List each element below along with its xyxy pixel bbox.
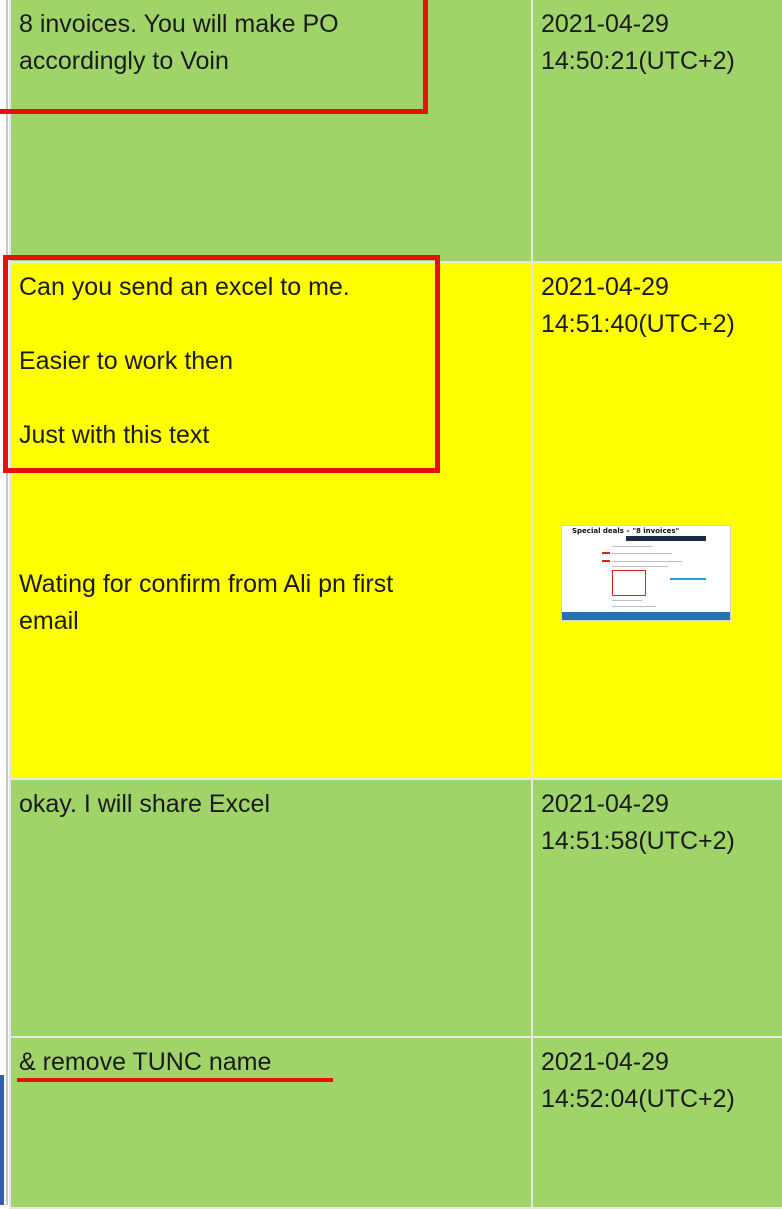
thumbnail-title: Special deals – "8 invoices": [572, 527, 680, 535]
message-cell: okay. I will share Excel: [9, 778, 533, 1038]
timestamp-time: 14:52:04(UTC+2): [541, 1085, 735, 1113]
chat-log-table: 8 invoices. You will make PO accordingly…: [0, 0, 782, 1209]
table-row: Can you send an excel to me. Easier to w…: [3, 255, 782, 780]
red-highlight-box: [3, 255, 440, 473]
table-row: & remove TUNC name 2021-04-29 14:52:04(U…: [9, 1036, 782, 1209]
table-row: okay. I will share Excel 2021-04-29 14:5…: [9, 778, 782, 1038]
message-cell: 8 invoices. You will make PO accordingly…: [0, 0, 533, 263]
timestamp-date: 2021-04-29: [541, 273, 669, 301]
left-margin: [0, 0, 9, 1205]
timestamp-time: 14:50:21(UTC+2): [541, 47, 735, 75]
timestamp-cell: 2021-04-29 14:51:58(UTC+2): [531, 778, 782, 1038]
left-blue-bar: [0, 1075, 4, 1205]
table-row: 8 invoices. You will make PO accordingly…: [0, 0, 782, 263]
timestamp-cell: 2021-04-29 14:50:21(UTC+2): [531, 0, 782, 263]
message-text: email: [19, 607, 79, 635]
message-text: okay. I will share Excel: [19, 790, 271, 818]
timestamp-cell: 2021-04-29 14:51:40(UTC+2) Special deals…: [531, 261, 782, 780]
message-text: Wating for confirm from Ali pn first: [19, 570, 394, 598]
message-cell: & remove TUNC name: [9, 1036, 533, 1209]
message-cell: Can you send an excel to me. Easier to w…: [3, 255, 533, 780]
red-underline: [17, 1078, 333, 1082]
timestamp-cell: 2021-04-29 14:52:04(UTC+2): [531, 1036, 782, 1209]
timestamp-time: 14:51:40(UTC+2): [541, 310, 735, 338]
timestamp-date: 2021-04-29: [541, 790, 669, 818]
timestamp-date: 2021-04-29: [541, 10, 669, 38]
slide-thumbnail-image[interactable]: Special deals – "8 invoices": [561, 525, 731, 621]
margin-edge-line: [6, 0, 8, 1205]
red-highlight-box: [0, 0, 428, 114]
timestamp-time: 14:51:58(UTC+2): [541, 827, 735, 855]
timestamp-date: 2021-04-29: [541, 1048, 669, 1076]
message-text: & remove TUNC name: [19, 1048, 272, 1076]
